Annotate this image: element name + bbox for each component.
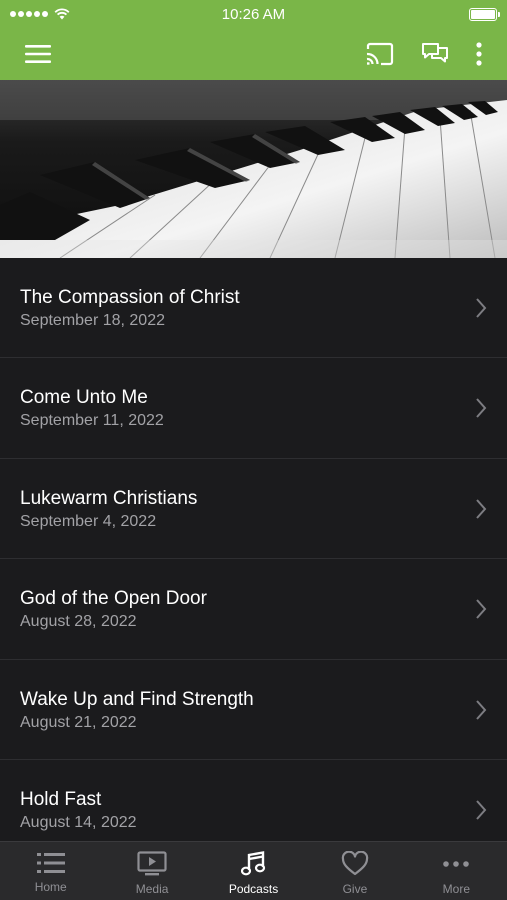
list-item[interactable]: God of the Open Door August 28, 2022	[0, 559, 507, 660]
list-item[interactable]: Wake Up and Find Strength August 21, 202…	[0, 659, 507, 760]
app-bar	[0, 28, 507, 80]
tab-label: Home	[34, 880, 67, 894]
podcast-date: September 18, 2022	[20, 312, 165, 329]
tab-more[interactable]: More	[406, 842, 507, 900]
tab-home[interactable]: Home	[0, 842, 101, 900]
podcast-date: September 11, 2022	[20, 412, 164, 430]
podcast-title: Wake Up and Find Strength	[20, 688, 254, 710]
podcast-title: The Compassion of Christ	[20, 287, 240, 308]
wifi-icon	[54, 8, 70, 20]
podcast-date: September 4, 2022	[20, 512, 157, 530]
more-vertical-icon	[476, 42, 482, 66]
status-bar: 10:26 AM	[0, 0, 507, 28]
cast-icon	[366, 42, 394, 66]
more-options-button[interactable]	[475, 41, 483, 67]
tab-label: More	[442, 882, 470, 896]
chevron-right-icon	[476, 298, 487, 318]
battery-icon	[469, 7, 500, 21]
heart-icon	[341, 851, 369, 876]
signal-icon	[10, 11, 48, 17]
chevron-right-icon	[476, 398, 487, 419]
list-icon	[36, 853, 65, 873]
tab-label: Give	[342, 882, 368, 896]
music-note-icon	[240, 851, 265, 876]
podcast-list: The Compassion of Christ September 18, 2…	[0, 258, 507, 841]
chevron-right-icon	[476, 499, 487, 519]
list-item[interactable]: Come Unto Me September 11, 2022	[0, 358, 507, 459]
chevron-right-icon	[476, 599, 487, 619]
podcast-title: God of the Open Door	[20, 588, 207, 610]
tab-media[interactable]: Media	[101, 842, 202, 900]
status-time: 10:26 AM	[221, 5, 286, 23]
list-item[interactable]: Hold Fast August 14, 2022	[0, 759, 507, 841]
hero-image-piano-keys	[0, 80, 507, 258]
podcast-date: August 28, 2022	[20, 613, 137, 631]
chevron-right-icon	[476, 800, 487, 820]
chevron-right-icon	[476, 699, 487, 720]
status-left	[10, 8, 70, 20]
menu-icon	[25, 45, 51, 63]
chat-icon	[422, 43, 448, 63]
podcast-date: August 14, 2022	[20, 813, 137, 831]
tab-podcasts[interactable]: Podcasts	[203, 842, 304, 900]
chat-button[interactable]	[421, 41, 449, 67]
piano-keys-illustration	[0, 80, 507, 258]
podcast-date: August 21, 2022	[20, 713, 137, 731]
tab-bar: Home Media Podcasts Give More	[0, 841, 507, 900]
app-bar-actions	[365, 41, 483, 67]
cast-button[interactable]	[365, 42, 395, 66]
list-item[interactable]: Lukewarm Christians September 4, 2022	[0, 458, 507, 560]
menu-button[interactable]	[24, 43, 52, 65]
podcast-title: Lukewarm Christians	[20, 487, 198, 509]
list-item[interactable]: The Compassion of Christ September 18, 2…	[0, 258, 507, 359]
ellipsis-icon	[443, 861, 470, 867]
tab-label: Media	[135, 882, 169, 896]
tab-label: Podcasts	[228, 882, 279, 896]
tv-play-icon	[137, 851, 167, 876]
podcast-title: Come Unto Me	[20, 387, 148, 409]
podcast-title: Hold Fast	[20, 788, 102, 810]
tab-give[interactable]: Give	[304, 842, 405, 900]
